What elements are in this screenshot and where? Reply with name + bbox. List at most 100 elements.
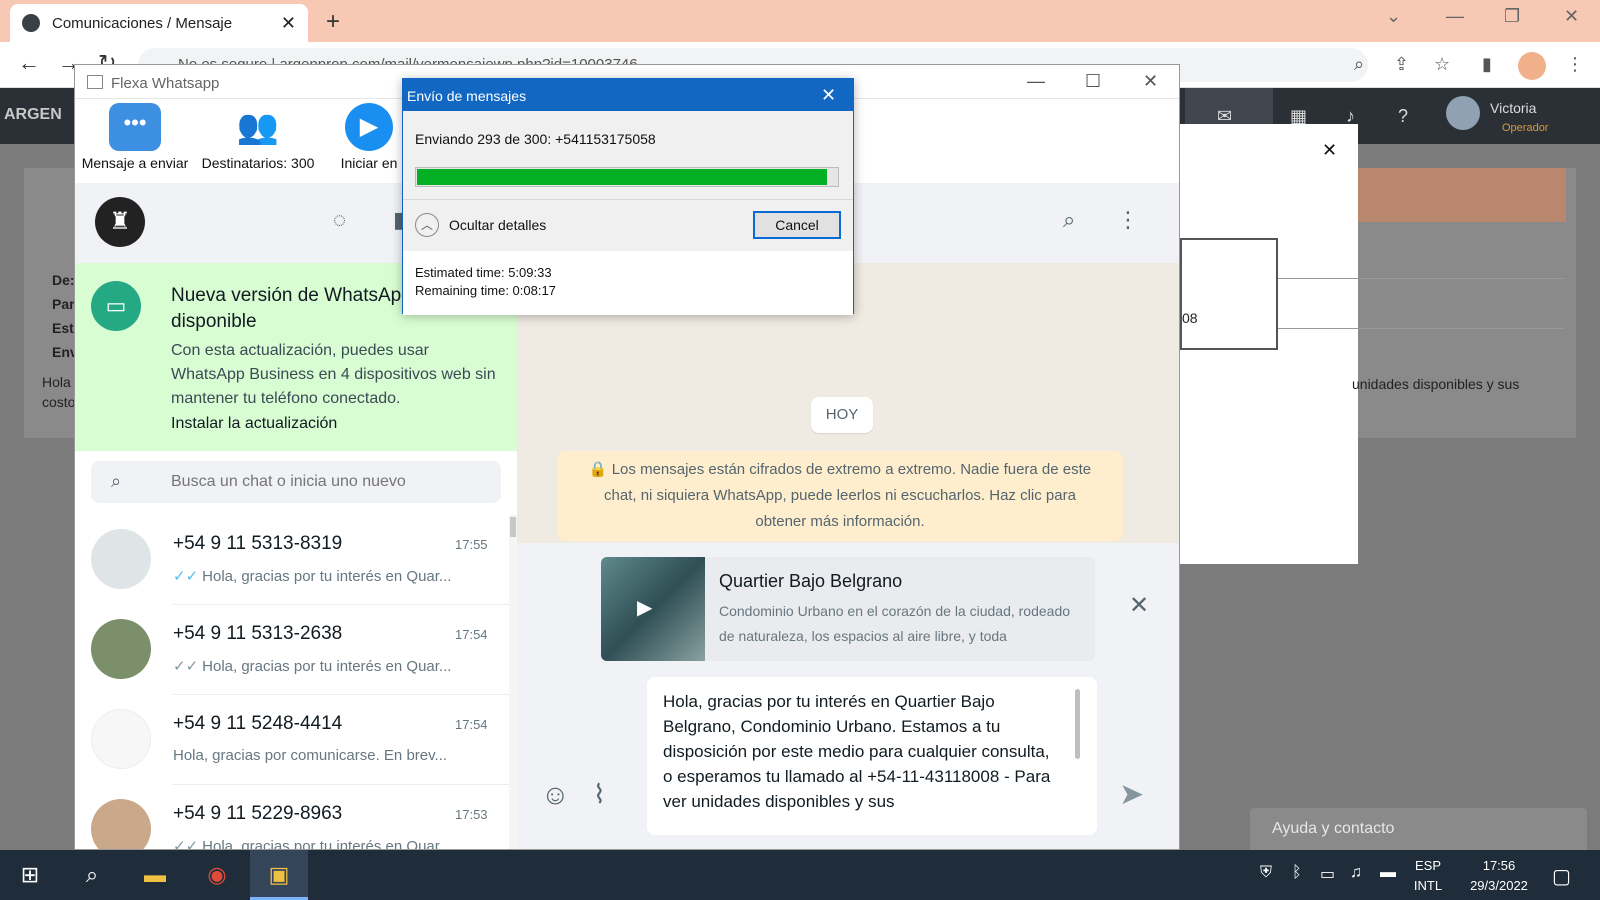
network-icon[interactable]: ▭ — [1320, 864, 1335, 884]
search-icon[interactable]: ⌕ — [1063, 207, 1075, 233]
file-explorer-icon[interactable]: ▬ — [128, 850, 182, 900]
close-icon[interactable]: ✕ — [821, 85, 836, 106]
info-box: 08 — [1180, 238, 1278, 350]
user-name[interactable]: Victoria — [1490, 100, 1536, 116]
sidebar-icon[interactable]: ▮ — [1482, 54, 1492, 75]
chat-preview: ✓✓ Hola, gracias por tu interés en Quar..… — [173, 658, 452, 675]
close-icon[interactable]: ✕ — [1143, 71, 1158, 92]
link-preview[interactable]: ▶ Quartier Bajo Belgrano Condominio Urba… — [601, 557, 1095, 661]
input-scrollbar[interactable] — [1075, 689, 1080, 759]
shield-icon[interactable]: ⛨ — [1260, 864, 1272, 882]
bluetooth-icon[interactable]: ᛒ — [1292, 864, 1302, 882]
lock-icon: 🔒 — [588, 461, 608, 478]
read-ticks-icon: ✓✓ — [173, 568, 199, 585]
sending-status: Enviando 293 de 300: +541153175058 — [415, 131, 656, 147]
chat-name: +54 9 11 5313-8319 — [173, 533, 343, 554]
compose-area: ▶ Quartier Bajo Belgrano Condominio Urba… — [517, 543, 1179, 849]
close-tab-icon[interactable]: ✕ — [281, 13, 296, 34]
browser-tab-bar: Comunicaciones / Mensaje ✕ + ⌄ — ❐ ✕ — [0, 0, 1600, 42]
body-text-right: unidades disponibles y sus — [1352, 376, 1520, 392]
chevron-up-icon[interactable]: ︿ — [415, 213, 439, 237]
site-logo: ARGEN — [4, 106, 62, 123]
tab-title: Comunicaciones / Mensaje — [52, 14, 233, 32]
body-text-left: Hola — [42, 374, 71, 390]
modal-close-icon[interactable]: ✕ — [1322, 140, 1337, 161]
recipients-button[interactable]: 👥 Destinatarios: 300 — [199, 99, 317, 171]
divider — [403, 199, 853, 200]
help-contact-button[interactable]: Ayuda y contacto — [1250, 808, 1587, 850]
chat-time: 17:53 — [455, 807, 488, 822]
close-window-icon[interactable]: ✕ — [1564, 6, 1579, 27]
encryption-notice[interactable]: 🔒 Los mensajes están cifrados de extremo… — [557, 451, 1123, 541]
new-tab-icon[interactable]: + — [326, 8, 340, 36]
chrome-icon[interactable]: ◉ — [190, 850, 244, 900]
minimize-icon[interactable]: — — [1027, 71, 1045, 92]
message-to-send-button[interactable]: ••• Mensaje a enviar — [79, 99, 191, 171]
maximize-icon[interactable]: ☐ — [1085, 71, 1101, 92]
remaining-time: Remaining time: 0:08:17 — [415, 283, 556, 298]
attach-icon[interactable]: ⌇ — [593, 779, 606, 810]
zoom-icon[interactable]: ⌕ — [1354, 54, 1364, 75]
chat-name: +54 9 11 5248-4414 — [173, 713, 343, 734]
message-to-send-label: Mensaje a enviar — [81, 155, 189, 171]
status-icon[interactable]: ◌ — [333, 207, 346, 233]
details-area: Estimated time: 5:09:33 Remaining time: … — [403, 251, 853, 315]
clock-date[interactable]: 29/3/2022 — [1456, 878, 1542, 893]
close-preview-icon[interactable]: ✕ — [1129, 591, 1149, 620]
user-avatar[interactable] — [1446, 96, 1480, 130]
menu-dots-icon[interactable]: ⋮ — [1566, 54, 1584, 75]
menu-dots-icon[interactable]: ⋮ — [1117, 207, 1139, 233]
windows-start-icon[interactable]: ⊞ — [8, 850, 52, 900]
preview-description: Condominio Urbano en el corazón de la ci… — [719, 603, 1071, 644]
notifications-icon[interactable]: ▢ — [1552, 864, 1571, 889]
flexa-taskbar-icon[interactable]: ▣ — [250, 850, 308, 900]
star-icon[interactable]: ☆ — [1434, 54, 1450, 75]
chat-list-item[interactable]: +54 9 11 5313-8319 17:55 ✓✓ Hola, gracias… — [75, 515, 509, 605]
preview-title: Quartier Bajo Belgrano — [719, 571, 903, 591]
install-update-link[interactable]: Instalar la actualización — [171, 415, 337, 433]
my-avatar[interactable]: ♜ — [95, 197, 145, 247]
chat-list-item[interactable]: +54 9 11 5248-4414 17:54 Hola, gracias p… — [75, 695, 509, 785]
language-secondary[interactable]: INTL — [1408, 878, 1448, 893]
message-input[interactable]: Hola, gracias por tu interés en Quartier… — [647, 677, 1097, 835]
minimize-icon[interactable]: — — [1446, 6, 1464, 27]
emoji-icon[interactable]: ☺ — [541, 779, 570, 811]
progress-fill — [417, 169, 827, 185]
volume-icon[interactable]: ♫ — [1350, 864, 1362, 882]
chat-list-item[interactable]: +54 9 11 5229-8963 17:53 ✓✓ Hola, gracias… — [75, 785, 509, 850]
date-separator: HOY — [811, 397, 873, 433]
contact-avatar — [91, 709, 151, 769]
browser-tab[interactable]: Comunicaciones / Mensaje ✕ — [10, 4, 308, 42]
delivered-ticks-icon: ✓✓ — [173, 838, 199, 850]
language-primary[interactable]: ESP — [1408, 858, 1448, 873]
start-button[interactable]: ▶ Iniciar en — [337, 99, 401, 171]
devices-icon: ▭ — [91, 281, 141, 331]
restore-icon[interactable]: ❐ — [1504, 6, 1520, 27]
cancel-button[interactable]: Cancel — [753, 211, 841, 239]
body-text-left-2: costo — [42, 394, 76, 410]
info-box-text: 08 — [1182, 310, 1198, 326]
hide-details-toggle[interactable]: Ocultar detalles — [449, 217, 546, 233]
search-icon[interactable]: ⌕ — [68, 850, 116, 900]
chat-bubble-icon: ••• — [109, 103, 161, 151]
share-icon[interactable]: ⇪ — [1394, 54, 1409, 75]
back-icon[interactable]: ← — [18, 50, 40, 76]
chat-list-item[interactable]: +54 9 11 5313-2638 17:54 ✓✓ Hola, gracias… — [75, 605, 509, 695]
preview-thumbnail: ▶ — [601, 557, 705, 661]
play-icon: ▶ — [637, 597, 653, 619]
search-box[interactable]: ⌕ — [91, 461, 501, 503]
update-body: Con esta actualización, puedes usar What… — [171, 342, 496, 407]
chat-list-scrollbar[interactable] — [509, 515, 517, 849]
scrollbar-thumb[interactable] — [510, 517, 516, 537]
send-icon[interactable]: ➤ — [1119, 777, 1144, 812]
globe-icon — [22, 14, 40, 32]
clock-time[interactable]: 17:56 — [1456, 858, 1542, 873]
search-input[interactable] — [171, 461, 491, 503]
message-text[interactable]: Hola, gracias por tu interés en Quartier… — [663, 689, 1063, 814]
search-area: ⌕ — [75, 451, 517, 515]
battery-icon[interactable]: ▬ — [1380, 864, 1396, 882]
chevron-down-icon[interactable]: ⌄ — [1386, 6, 1401, 27]
user-role: Operador — [1502, 122, 1549, 134]
help-icon[interactable]: ? — [1398, 106, 1408, 127]
profile-avatar[interactable] — [1518, 52, 1546, 80]
